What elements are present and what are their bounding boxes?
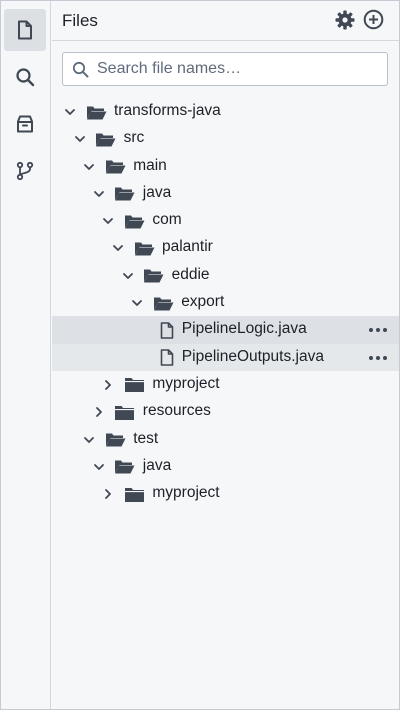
tree-item-label: java xyxy=(142,183,172,201)
tree-item-label: myproject xyxy=(152,374,220,392)
folder-icon xyxy=(123,485,145,503)
tree-item-label: java xyxy=(142,456,172,474)
panel-title: Files xyxy=(62,11,98,30)
tree-item-label: com xyxy=(152,211,182,229)
chevron-right-icon[interactable] xyxy=(102,488,114,500)
more-horizontal-icon xyxy=(368,320,388,338)
tree-item-label: src xyxy=(123,129,145,147)
file-icon xyxy=(156,321,178,339)
folder-open-icon xyxy=(85,103,107,121)
tree-item-label: main xyxy=(133,156,167,174)
tree-file-row[interactable]: PipelineLogic.java xyxy=(52,316,399,344)
package-icon xyxy=(15,114,35,134)
folder-open-icon xyxy=(104,431,126,449)
folder-open-icon xyxy=(114,458,136,476)
tree-folder-row[interactable]: test xyxy=(52,426,399,453)
panel-header: Files xyxy=(52,1,399,41)
folder-open-icon xyxy=(114,185,136,203)
folder-open-icon xyxy=(123,212,145,230)
tree-item-label: PipelineOutputs.java xyxy=(181,347,324,365)
search-input[interactable] xyxy=(97,53,382,85)
chevron-down-icon[interactable] xyxy=(93,188,105,200)
add-button[interactable] xyxy=(362,9,384,35)
tree-item-label: palantir xyxy=(162,238,213,256)
chevron-down-icon[interactable] xyxy=(64,106,76,118)
tree-folder-row[interactable]: export xyxy=(52,289,399,316)
more-options-button[interactable] xyxy=(367,320,389,338)
tree-folder-row[interactable]: resources xyxy=(52,398,399,425)
tree-folder-row[interactable]: java xyxy=(52,180,399,207)
chevron-down-icon[interactable] xyxy=(93,461,105,473)
file-icon xyxy=(156,349,178,367)
chevron-down-icon[interactable] xyxy=(131,297,143,309)
tree-folder-row[interactable]: palantir xyxy=(52,234,399,261)
search-icon xyxy=(15,67,35,87)
chevron-down-icon[interactable] xyxy=(112,242,124,254)
tree-item-label: transforms-java xyxy=(114,102,221,119)
folder-open-icon xyxy=(152,294,174,312)
chevron-right-icon[interactable] xyxy=(102,379,114,391)
git-branch-icon xyxy=(15,161,35,181)
tree-folder-row[interactable]: myproject xyxy=(52,371,399,398)
tree-folder-row[interactable]: main xyxy=(52,153,399,180)
more-horizontal-icon xyxy=(368,348,388,366)
tree-item-label: test xyxy=(133,429,159,447)
tree-folder-row[interactable]: java xyxy=(52,453,399,480)
tree-item-label: export xyxy=(181,293,225,311)
folder-open-icon xyxy=(104,158,126,176)
folder-open-icon xyxy=(95,130,117,148)
chevron-down-icon[interactable] xyxy=(122,270,134,282)
tree-folder-row[interactable]: myproject xyxy=(52,480,399,507)
folder-open-icon xyxy=(133,239,155,257)
tree-folder-row[interactable]: eddie xyxy=(52,262,399,289)
chevron-down-icon[interactable] xyxy=(83,161,95,173)
files-panel: Files Search file names… transforms-java… xyxy=(52,1,399,709)
activity-rail xyxy=(1,1,51,709)
tree-item-label: PipelineLogic.java xyxy=(181,320,307,338)
rail-files-button[interactable] xyxy=(4,9,46,51)
chevron-down-icon[interactable] xyxy=(102,215,114,227)
add-circle-icon xyxy=(363,9,384,35)
file-tree: transforms-java src main java com palantir edd… xyxy=(52,98,399,507)
chevron-down-icon[interactable] xyxy=(74,133,86,145)
rail-packages-button[interactable] xyxy=(4,103,46,145)
chevron-down-icon[interactable] xyxy=(83,434,95,446)
settings-button[interactable] xyxy=(334,10,356,35)
rail-search-button[interactable] xyxy=(4,56,46,98)
gear-icon xyxy=(335,10,355,35)
tree-item-label: eddie xyxy=(171,265,210,283)
folder-open-icon xyxy=(143,267,165,285)
file-icon xyxy=(16,20,34,40)
tree-folder-row[interactable]: transforms-java xyxy=(52,98,399,125)
more-options-button[interactable] xyxy=(367,348,389,366)
chevron-right-icon[interactable] xyxy=(93,406,105,418)
rail-branches-button[interactable] xyxy=(4,150,46,192)
search-box xyxy=(62,52,388,86)
tree-file-row[interactable]: PipelineOutputs.java xyxy=(52,343,399,371)
folder-icon xyxy=(123,376,145,394)
tree-item-label: myproject xyxy=(152,484,220,502)
files-window: Files Search file names… transforms-java… xyxy=(0,0,400,710)
folder-icon xyxy=(114,403,136,421)
tree-item-label: resources xyxy=(142,402,211,420)
tree-folder-row[interactable]: src xyxy=(52,125,399,152)
tree-folder-row[interactable]: com xyxy=(52,207,399,234)
search-icon xyxy=(72,61,89,83)
